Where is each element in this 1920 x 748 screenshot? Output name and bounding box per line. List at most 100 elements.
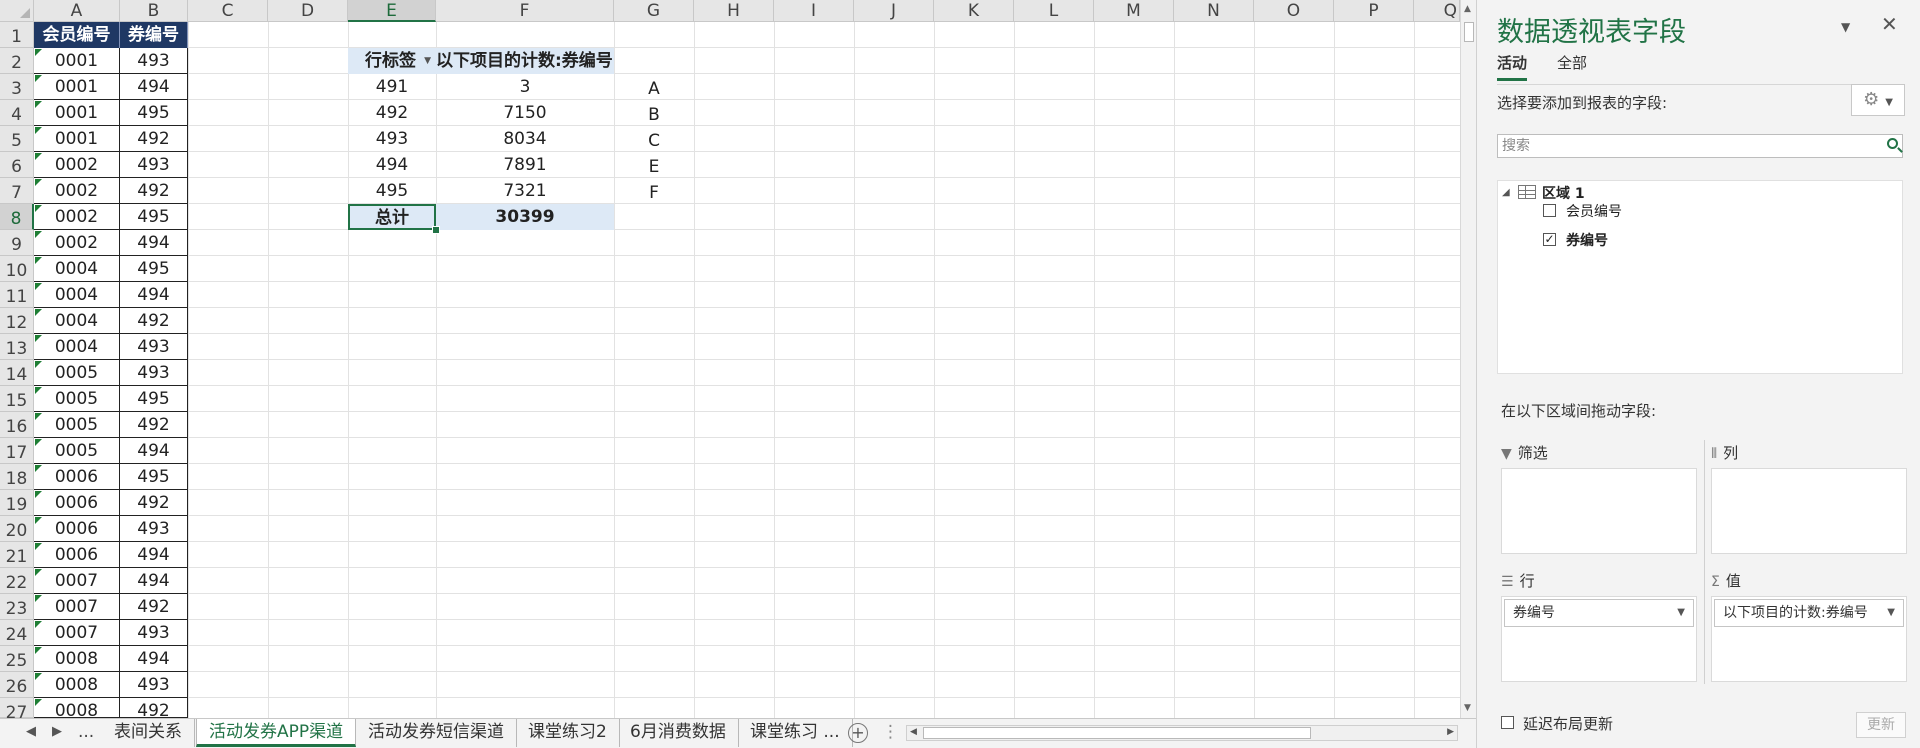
tab-split-handle[interactable]: ⋮ xyxy=(882,722,899,742)
scroll-up-icon[interactable]: ▲ xyxy=(1464,4,1471,14)
member-id-cell[interactable]: 0008 xyxy=(34,646,120,672)
columns-drop-zone[interactable] xyxy=(1711,468,1907,554)
letter-cell[interactable]: B xyxy=(614,100,694,126)
column-header-f[interactable]: F xyxy=(436,0,614,22)
row-header[interactable]: 17 xyxy=(0,438,34,464)
fill-handle[interactable] xyxy=(432,226,440,234)
coupon-id-cell[interactable]: 494 xyxy=(120,438,188,464)
coupon-id-cell[interactable]: 493 xyxy=(120,360,188,386)
column-header-g[interactable]: G xyxy=(614,0,694,22)
search-input[interactable]: 搜索 xyxy=(1497,134,1903,158)
pivot-row-label[interactable]: 494 xyxy=(348,152,436,178)
tab-active-fields[interactable]: 活动 xyxy=(1497,52,1528,81)
gear-icon[interactable]: ⚙ ▼ xyxy=(1851,84,1905,116)
row-header[interactable]: 18 xyxy=(0,464,34,490)
row-header[interactable]: 9 xyxy=(0,230,34,256)
member-id-cell[interactable]: 0004 xyxy=(34,308,120,334)
member-id-cell[interactable]: 0004 xyxy=(34,334,120,360)
coupon-id-cell[interactable]: 492 xyxy=(120,698,188,718)
coupon-id-cell[interactable]: 492 xyxy=(120,308,188,334)
coupon-id-cell[interactable]: 493 xyxy=(120,672,188,698)
column-header-a[interactable]: A xyxy=(34,0,120,22)
collapse-icon[interactable]: ◢ xyxy=(1502,187,1510,198)
coupon-id-cell[interactable]: 495 xyxy=(120,464,188,490)
row-header[interactable]: 6 xyxy=(0,152,34,178)
rows-drop-zone[interactable]: 券编号 ▼ xyxy=(1501,596,1697,682)
row-header[interactable]: 24 xyxy=(0,620,34,646)
member-id-cell[interactable]: 0006 xyxy=(34,542,120,568)
column-header-d[interactable]: D xyxy=(268,0,348,22)
member-id-cell[interactable]: 0004 xyxy=(34,282,120,308)
column-header-q[interactable]: Q xyxy=(1414,0,1460,22)
member-id-cell[interactable]: 0001 xyxy=(34,126,120,152)
coupon-id-cell[interactable]: 494 xyxy=(120,646,188,672)
coupon-id-cell[interactable]: 493 xyxy=(120,620,188,646)
column-header-n[interactable]: N xyxy=(1174,0,1254,22)
coupon-id-cell[interactable]: 493 xyxy=(120,48,188,74)
letter-cell[interactable]: A xyxy=(614,74,694,100)
pivot-value[interactable]: 7150 xyxy=(436,100,614,126)
add-sheet-icon[interactable]: + xyxy=(848,723,868,743)
pivot-row-labels-header[interactable]: 行标签 ▼ xyxy=(348,48,436,74)
scroll-down-icon[interactable]: ▼ xyxy=(1464,703,1471,713)
row-header[interactable]: 22 xyxy=(0,568,34,594)
tab-all-fields[interactable]: 全部 xyxy=(1557,52,1587,73)
coupon-id-cell[interactable]: 492 xyxy=(120,126,188,152)
pivot-row-label[interactable]: 495 xyxy=(348,178,436,204)
pivot-value[interactable]: 7321 xyxy=(436,178,614,204)
sheet-tab[interactable]: 活动发券短信渠道 xyxy=(356,719,517,747)
column-header-b[interactable]: B xyxy=(120,0,188,22)
member-id-cell[interactable]: 0006 xyxy=(34,464,120,490)
coupon-id-cell[interactable]: 492 xyxy=(120,490,188,516)
field-checkbox-member-id[interactable] xyxy=(1543,204,1556,217)
row-header[interactable]: 2 xyxy=(0,48,34,74)
tab-scroll-left-icon[interactable]: ◀ xyxy=(26,724,36,739)
member-id-cell[interactable]: 0004 xyxy=(34,256,120,282)
column-header-l[interactable]: L xyxy=(1014,0,1094,22)
row-header[interactable]: 21 xyxy=(0,542,34,568)
row-header[interactable]: 13 xyxy=(0,334,34,360)
coupon-id-cell[interactable]: 494 xyxy=(120,568,188,594)
horizontal-scrollbar[interactable]: ◀ ▶ xyxy=(906,725,1458,741)
column-header-k[interactable]: K xyxy=(934,0,1014,22)
sheet-tab[interactable]: 6月消费数据 xyxy=(618,719,739,747)
row-header[interactable]: 26 xyxy=(0,672,34,698)
pivot-value[interactable]: 7891 xyxy=(436,152,614,178)
member-id-cell[interactable]: 0002 xyxy=(34,178,120,204)
coupon-id-cell[interactable]: 494 xyxy=(120,282,188,308)
member-id-cell[interactable]: 0005 xyxy=(34,412,120,438)
row-header[interactable]: 20 xyxy=(0,516,34,542)
tab-overflow-ellipsis[interactable]: ... xyxy=(78,722,94,742)
values-field-item[interactable]: 以下项目的计数:券编号 ▼ xyxy=(1714,599,1904,627)
chevron-down-icon[interactable]: ▼ xyxy=(1677,600,1685,626)
pivot-value[interactable]: 8034 xyxy=(436,126,614,152)
filter-dropdown-icon[interactable]: ▼ xyxy=(424,48,431,74)
coupon-id-cell[interactable]: 495 xyxy=(120,386,188,412)
member-id-cell[interactable]: 0005 xyxy=(34,360,120,386)
row-header[interactable]: 7 xyxy=(0,178,34,204)
pane-options-dropdown-icon[interactable]: ▼ xyxy=(1841,20,1850,34)
member-id-cell[interactable]: 0007 xyxy=(34,594,120,620)
member-id-cell[interactable]: 0007 xyxy=(34,568,120,594)
scroll-right-icon[interactable]: ▶ xyxy=(1447,727,1454,737)
member-id-cell[interactable]: 0008 xyxy=(34,672,120,698)
row-header[interactable]: 14 xyxy=(0,360,34,386)
scroll-left-icon[interactable]: ◀ xyxy=(910,727,917,737)
row-header[interactable]: 15 xyxy=(0,386,34,412)
coupon-id-cell[interactable]: 495 xyxy=(120,100,188,126)
column-header-i[interactable]: I xyxy=(774,0,854,22)
column-header-p[interactable]: P xyxy=(1334,0,1414,22)
member-id-cell[interactable]: 0008 xyxy=(34,698,120,718)
row-header[interactable]: 12 xyxy=(0,308,34,334)
coupon-id-cell[interactable]: 495 xyxy=(120,204,188,230)
rows-field-item[interactable]: 券编号 ▼ xyxy=(1504,599,1694,627)
member-id-cell[interactable]: 0006 xyxy=(34,516,120,542)
letter-cell[interactable]: E xyxy=(614,152,694,178)
table-header-coupon-id[interactable]: 券编号 xyxy=(120,22,188,48)
scroll-thumb[interactable] xyxy=(1464,22,1474,42)
coupon-id-cell[interactable]: 493 xyxy=(120,152,188,178)
sheet-tab[interactable]: 表间关系 xyxy=(102,719,195,747)
coupon-id-cell[interactable]: 493 xyxy=(120,334,188,360)
scroll-thumb[interactable] xyxy=(923,727,1311,739)
coupon-id-cell[interactable]: 494 xyxy=(120,74,188,100)
